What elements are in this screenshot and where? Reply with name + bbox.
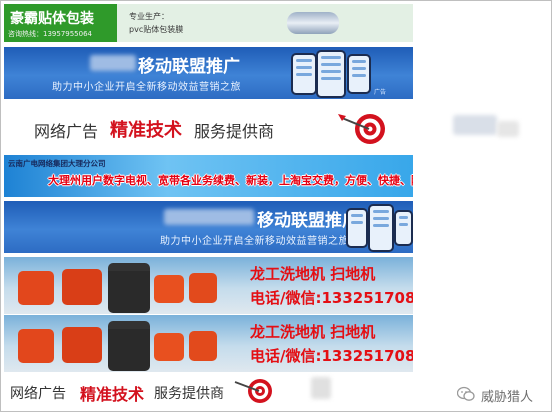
banner-subtitle: 助力中小企业开启全新移动效益营销之旅 [160, 236, 349, 247]
scrubber-image [18, 271, 54, 305]
banner-title-highlight: 精准技术 [80, 385, 145, 404]
banner-tagline-2: pvc贴体包装膜 [129, 25, 184, 34]
sweeper-image [108, 263, 150, 313]
blurred-logo [164, 209, 254, 225]
banner-title: 移动联盟推广 [257, 211, 359, 231]
target-icon [234, 379, 272, 403]
ad-banner-packaging[interactable]: 豪霸贴体包装 咨询热线：13957955064 专业生产： pvc贴体包装膜 [4, 4, 413, 42]
banner-product-panel: 专业生产： pvc贴体包装膜 [117, 4, 413, 42]
ad-banner-mobile-alliance[interactable]: 移动联盟推广 助力中小企业开启全新移动效益营销之旅 广告 [4, 47, 413, 99]
scrubber-image [154, 275, 184, 303]
ad-banner-cable-tv[interactable]: 云南广电网络集团大理分公司 大理州用户数字电视、宽带各业务续费、新装，上淘宝交费… [4, 155, 413, 197]
blurred-region [311, 377, 331, 399]
sweeper-image [108, 321, 150, 371]
scrubber-image [189, 331, 217, 361]
banner-title-prefix: 网络广告 [34, 122, 99, 141]
banner-line-2: 电话/微信:13325170881 [250, 347, 413, 365]
ad-banner-floor-scrubber[interactable]: 龙工洗地机 扫地机 电话/微信:13325170881 [4, 315, 413, 372]
screenshot-frame: 豪霸贴体包装 咨询热线：13957955064 专业生产： pvc贴体包装膜 移… [0, 0, 552, 412]
banner-title: 移动联盟推广 [138, 57, 240, 77]
phone-image [291, 53, 317, 95]
blurred-logo [90, 55, 136, 71]
banner-title: 豪霸贴体包装 [10, 11, 94, 27]
banner-slogan: 大理州用户数字电视、宽带各业务续费、新装，上淘宝交费，方便、快捷、随心！ [48, 174, 413, 187]
scrubber-image [18, 329, 54, 363]
banner-subtitle: 助力中小企业开启全新移动效益营销之旅 [52, 82, 241, 93]
ad-banner-network-ads[interactable]: 网络广告 精准技术 服务提供商 [4, 375, 413, 407]
wechat-logo-icon [457, 386, 475, 401]
banner-tagline-1: 专业生产： [129, 12, 169, 21]
banner-line-1: 龙工洗地机 扫地机 [250, 265, 376, 283]
film-roll-image [287, 12, 339, 34]
phone-image [347, 54, 371, 94]
scrubber-image [154, 333, 184, 361]
banner-line-2: 电话/微信:13325170881 [250, 289, 413, 307]
banner-line-1: 龙工洗地机 扫地机 [250, 323, 376, 341]
banner-title-suffix: 服务提供商 [154, 386, 224, 402]
banner-title-prefix: 网络广告 [10, 386, 66, 402]
banner-green-panel: 豪霸贴体包装 咨询热线：13957955064 [4, 4, 117, 42]
blurred-region [497, 121, 519, 137]
banner-title-suffix: 服务提供商 [194, 122, 275, 141]
watermark-text: 威胁猎人 [481, 390, 534, 405]
banner-hotline: 咨询热线：13957955064 [8, 30, 92, 38]
scrubber-image [189, 273, 217, 303]
scrubber-image [62, 269, 102, 305]
banner-title-highlight: 精准技术 [110, 120, 182, 141]
blurred-region [453, 115, 497, 135]
ad-banner-mobile-alliance[interactable]: 移动联盟推广 助力中小企业开启全新移动效益营销之旅 [4, 201, 413, 253]
ad-banner-network-ads[interactable]: 网络广告 精准技术 服务提供商 [4, 105, 413, 151]
ad-corner-label: 广告 [374, 89, 387, 96]
target-icon [338, 114, 385, 144]
phone-image [316, 50, 346, 98]
scrubber-image [62, 327, 102, 363]
company-name: 云南广电网络集团大理分公司 [8, 159, 106, 168]
ad-banner-floor-scrubber[interactable]: 龙工洗地机 扫地机 电话/微信:13325170881 [4, 257, 413, 314]
